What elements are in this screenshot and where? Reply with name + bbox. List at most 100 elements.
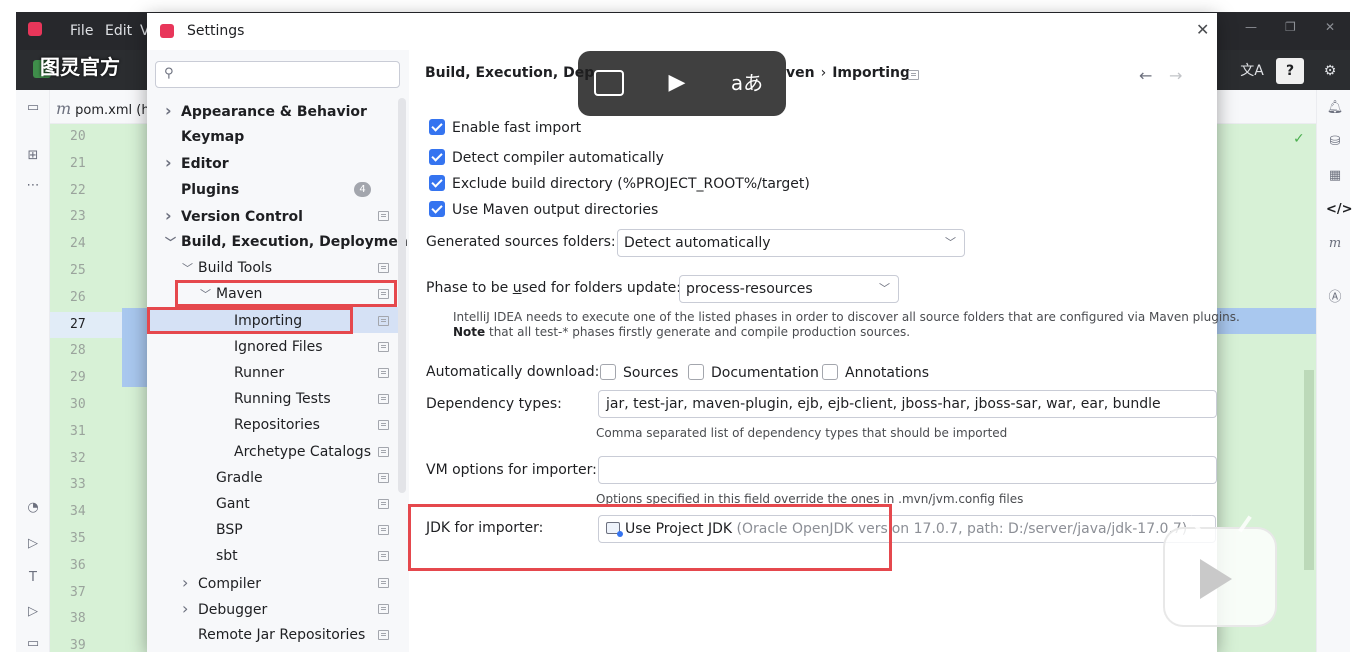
notifications-icon[interactable]: 🔔︎	[1326, 100, 1344, 118]
line-number[interactable]: 27	[50, 311, 122, 339]
tree-item-debugger[interactable]: › Debugger	[182, 596, 267, 622]
ai-play-icon[interactable]: ▶	[660, 66, 694, 100]
translate-icon[interactable]: 文A	[1238, 58, 1266, 84]
line-number[interactable]: 35	[50, 526, 122, 553]
tree-item-gant[interactable]: Gant	[200, 491, 250, 517]
tree-item-editor[interactable]: › Editor	[165, 150, 229, 176]
line-number[interactable]: 25	[50, 258, 122, 285]
line-number[interactable]: 34	[50, 499, 122, 526]
highlight-box-importing	[147, 307, 353, 334]
documentation-checkbox[interactable]: Documentation	[688, 364, 819, 382]
exit-fullscreen-icon[interactable]	[594, 70, 624, 96]
enable-fast-import-checkbox[interactable]: Enable fast import	[429, 119, 581, 137]
settings-search-input[interactable]: ⚲	[155, 61, 400, 88]
back-arrow-icon[interactable]: ←	[1139, 66, 1152, 85]
settings-gear-icon[interactable]: ⚙	[1316, 58, 1344, 84]
build-icon[interactable]: T	[25, 570, 41, 586]
tree-item-build-tools[interactable]: ﹀ Build Tools	[182, 255, 272, 281]
dialog-title: Settings	[187, 23, 245, 39]
window-close-icon[interactable]: ✕	[1325, 20, 1335, 34]
tree-item-plugins[interactable]: Plugins	[165, 177, 239, 203]
left-tool-stripe: ▭ ⊞ ⋯ ◔ ▷ T ▷ ▭	[16, 90, 50, 652]
generated-sources-select[interactable]: Detect automatically ﹀	[617, 229, 965, 257]
tree-item-remote-jar-repositories[interactable]: Remote Jar Repositories	[182, 622, 365, 648]
tree-item-ignored-files[interactable]: Ignored Files	[218, 334, 323, 360]
tree-item-label: Keymap	[181, 129, 245, 146]
database-icon[interactable]: ⛁	[1326, 134, 1344, 152]
line-number[interactable]: 30	[50, 392, 122, 419]
tree-item-archetype-catalogs[interactable]: Archetype Catalogs	[218, 439, 371, 465]
line-number[interactable]: 21	[50, 151, 122, 178]
editor-tab-pom[interactable]: m pom.xml (he	[56, 99, 158, 118]
forward-arrow-icon[interactable]: →	[1169, 66, 1182, 85]
restore-icon[interactable]: ❐	[1285, 20, 1296, 34]
breadcrumb-start: Build, Execution, Dep	[425, 65, 595, 81]
line-number[interactable]: 24	[50, 231, 122, 258]
checkbox-label: Enable fast import	[452, 120, 582, 136]
dialog-close-icon[interactable]: ✕	[1196, 20, 1209, 39]
project-scope-icon	[378, 420, 389, 431]
checkbox-label: Detect compiler automatically	[452, 150, 664, 166]
checkbox-checked-icon	[429, 149, 445, 165]
tree-item-running-tests[interactable]: Running Tests	[218, 386, 331, 412]
tree-item-repositories[interactable]: Repositories	[218, 412, 320, 438]
line-number[interactable]: 28	[50, 338, 122, 365]
menu-file[interactable]: File	[70, 23, 93, 39]
profiler-icon[interactable]: ◔	[25, 500, 41, 516]
line-number[interactable]: 39	[50, 633, 122, 652]
calculator-icon[interactable]: ▦	[1326, 168, 1344, 186]
breadcrumb-end: ven › Importing	[786, 65, 910, 81]
project-folder-icon[interactable]: ▭	[25, 100, 41, 116]
line-number[interactable]: 32	[50, 446, 122, 473]
chevron-down-icon: ﹀	[945, 236, 956, 249]
detect-compiler-checkbox[interactable]: Detect compiler automatically	[429, 149, 664, 167]
tree-scrollbar[interactable]	[398, 98, 406, 493]
breadcrumb-separator: ›	[820, 65, 827, 81]
line-number[interactable]: 37	[50, 580, 122, 607]
line-number[interactable]: 23	[50, 204, 122, 231]
minimize-icon[interactable]: —	[1245, 20, 1257, 34]
line-number[interactable]: 36	[50, 553, 122, 580]
phase-select[interactable]: process-resources ﹀	[679, 275, 899, 303]
tree-item-compiler[interactable]: › Compiler	[182, 570, 261, 596]
vm-options-input[interactable]	[598, 456, 1217, 484]
line-number[interactable]: 26	[50, 285, 122, 312]
exclude-build-dir-checkbox[interactable]: Exclude build directory (%PROJECT_ROOT%/…	[429, 175, 810, 193]
use-maven-output-checkbox[interactable]: Use Maven output directories	[429, 201, 658, 219]
run-icon[interactable]: ▷	[25, 604, 41, 620]
translate-subtitle-icon[interactable]: aあ	[730, 66, 764, 100]
tree-item-sbt[interactable]: sbt	[200, 543, 238, 569]
line-number[interactable]: 20	[50, 124, 122, 151]
line-number[interactable]: 38	[50, 606, 122, 633]
menu-edit[interactable]: Edit	[105, 23, 132, 39]
phase-label: Phase to be used for folders update:	[426, 280, 681, 296]
help-icon[interactable]: ?	[1276, 58, 1304, 84]
services-icon[interactable]: ▷	[25, 536, 41, 552]
tree-item-build-execution-deploymen[interactable]: ﹀ Build, Execution, Deploymen	[165, 229, 408, 255]
tree-item-keymap[interactable]: Keymap	[165, 124, 244, 150]
tree-item-bsp[interactable]: BSP	[200, 517, 243, 543]
line-number[interactable]: 29	[50, 365, 122, 392]
tree-item-version-control[interactable]: › Version Control	[165, 203, 303, 229]
chevron-right-icon: ›	[165, 101, 172, 120]
terminal-icon[interactable]: ▭	[25, 636, 41, 652]
play-icon	[1200, 559, 1232, 599]
maven-icon[interactable]: m	[1326, 236, 1344, 254]
sources-checkbox[interactable]: Sources	[600, 364, 678, 382]
line-number[interactable]: 22	[50, 178, 122, 205]
line-number[interactable]: 31	[50, 419, 122, 446]
annotations-checkbox[interactable]: Annotations	[822, 364, 929, 382]
dependency-types-input[interactable]: jar, test-jar, maven-plugin, ejb, ejb-cl…	[598, 390, 1217, 418]
tree-item-runner[interactable]: Runner	[218, 360, 284, 386]
tree-item-label: Gradle	[216, 469, 263, 486]
project-scope-icon	[378, 525, 389, 536]
line-number[interactable]: 33	[50, 472, 122, 499]
tree-item-gradle[interactable]: Gradle	[200, 465, 263, 491]
ai-assistant-icon[interactable]: Ⓐ	[1326, 286, 1344, 305]
inspection-ok-icon[interactable]: ✓	[1293, 131, 1305, 147]
structure-icon[interactable]: ⊞	[25, 148, 41, 164]
tree-item-appearance-behavior[interactable]: › Appearance & Behavior	[165, 98, 367, 124]
code-icon[interactable]: </>	[1326, 202, 1353, 220]
more-icon[interactable]: ⋯	[25, 178, 41, 194]
project-scope-icon	[378, 394, 389, 405]
